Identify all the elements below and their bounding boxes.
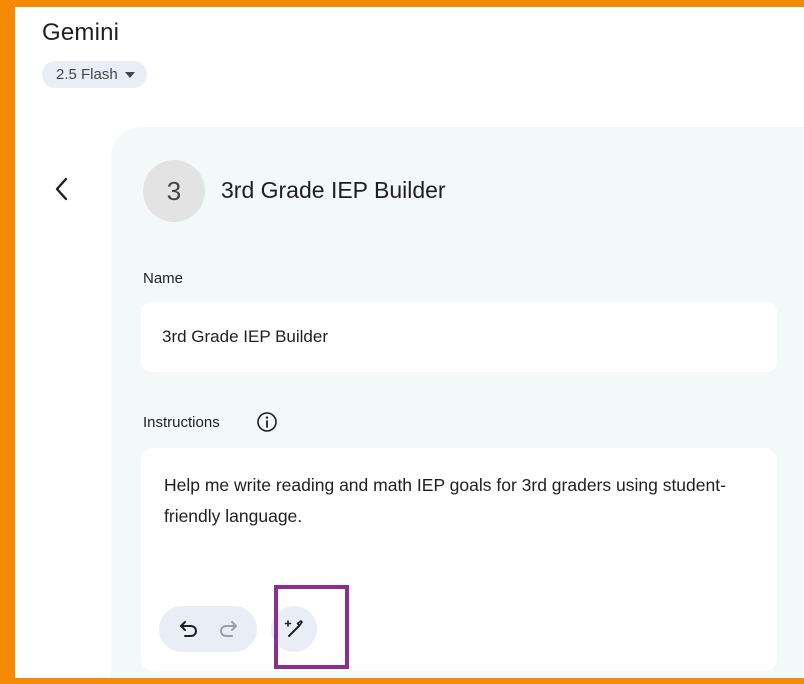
chevron-left-icon	[55, 177, 68, 201]
name-label: Name	[143, 270, 184, 287]
info-icon[interactable]	[256, 411, 278, 433]
gem-avatar: 3	[143, 160, 205, 222]
app-title: Gemini	[42, 19, 120, 46]
magic-wand-icon	[284, 620, 303, 637]
history-controls	[159, 606, 257, 652]
model-label: 2.5 Flash	[56, 66, 118, 83]
instructions-label: Instructions	[143, 414, 220, 431]
model-selector[interactable]: 2.5 Flash	[42, 61, 147, 88]
gem-editor-panel: 3 3rd Grade IEP Builder Name 3rd Grade I…	[111, 127, 804, 678]
caret-down-icon	[124, 72, 135, 78]
undo-icon	[179, 621, 197, 637]
instructions-input[interactable]: Help me write reading and math IEP goals…	[141, 448, 777, 671]
undo-button[interactable]	[175, 615, 203, 643]
name-input[interactable]: 3rd Grade IEP Builder	[141, 302, 777, 372]
redo-button[interactable]	[214, 615, 242, 643]
instructions-text: Help me write reading and math IEP goals…	[164, 475, 726, 526]
redo-icon	[219, 621, 237, 637]
back-button[interactable]	[47, 171, 75, 207]
magic-rewrite-button[interactable]	[271, 606, 317, 652]
gem-title: 3rd Grade IEP Builder	[221, 177, 446, 203]
screenshot-frame: Gemini 2.5 Flash 3 3rd Grade IEP Builder…	[0, 0, 804, 684]
